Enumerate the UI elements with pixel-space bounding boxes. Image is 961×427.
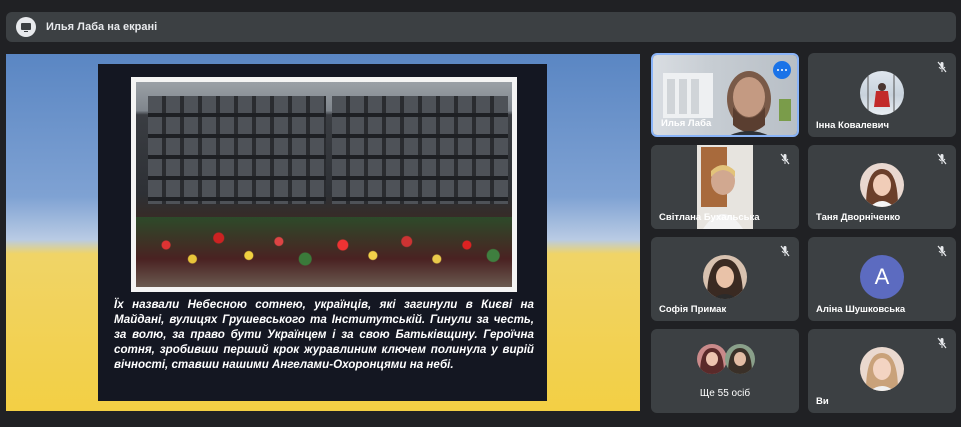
participant-tile[interactable]: A Аліна Шушковська (808, 237, 956, 321)
shared-screen[interactable]: Їх назвали Небесною сотнею, українців, я… (6, 54, 640, 411)
participant-name: Илья Лаба (661, 118, 712, 129)
slide-photo-frame (131, 77, 517, 292)
more-participants-tile[interactable]: Ще 55 осіб (651, 329, 799, 413)
participant-tile[interactable]: Світлана Бухальська (651, 145, 799, 229)
participant-name: Інна Ковалевич (816, 120, 890, 131)
avatar (697, 344, 727, 374)
mic-off-icon (780, 245, 790, 257)
avatar (725, 344, 755, 374)
more-participants-count: Ще 55 осіб (699, 388, 751, 399)
more-options-button[interactable] (773, 61, 791, 79)
participant-tile[interactable]: Софія Примак (651, 237, 799, 321)
slide: Їх назвали Небесною сотнею, українців, я… (98, 64, 547, 401)
mic-off-icon (937, 61, 947, 73)
participant-name: Софія Примак (659, 304, 727, 315)
participant-name: Світлана Бухальська (659, 212, 760, 223)
participant-tile-presenter[interactable]: Илья Лаба (651, 53, 799, 137)
mic-off-icon (937, 337, 947, 349)
participant-tile[interactable]: Таня Дворніченко (808, 145, 956, 229)
avatar (860, 163, 904, 207)
mic-off-icon (780, 153, 790, 165)
memorial-photo (136, 82, 512, 287)
presenting-title: Илья Лаба на екрані (46, 21, 158, 33)
present-screen-icon (16, 17, 36, 37)
participant-name: Аліна Шушковська (816, 304, 906, 315)
mic-off-icon (937, 153, 947, 165)
participant-name: Таня Дворніченко (816, 212, 901, 223)
participant-name: Ви (816, 396, 829, 407)
avatar (860, 71, 904, 115)
avatar (860, 347, 904, 391)
slide-caption: Їх назвали Небесною сотнею, українців, я… (114, 298, 534, 372)
participant-tile-self[interactable]: Ви (808, 329, 956, 413)
presenting-banner: Илья Лаба на екрані (6, 12, 956, 42)
mic-off-icon (937, 245, 947, 257)
participant-tile[interactable]: Інна Ковалевич (808, 53, 956, 137)
avatar (703, 255, 747, 299)
avatar: A (860, 255, 904, 299)
